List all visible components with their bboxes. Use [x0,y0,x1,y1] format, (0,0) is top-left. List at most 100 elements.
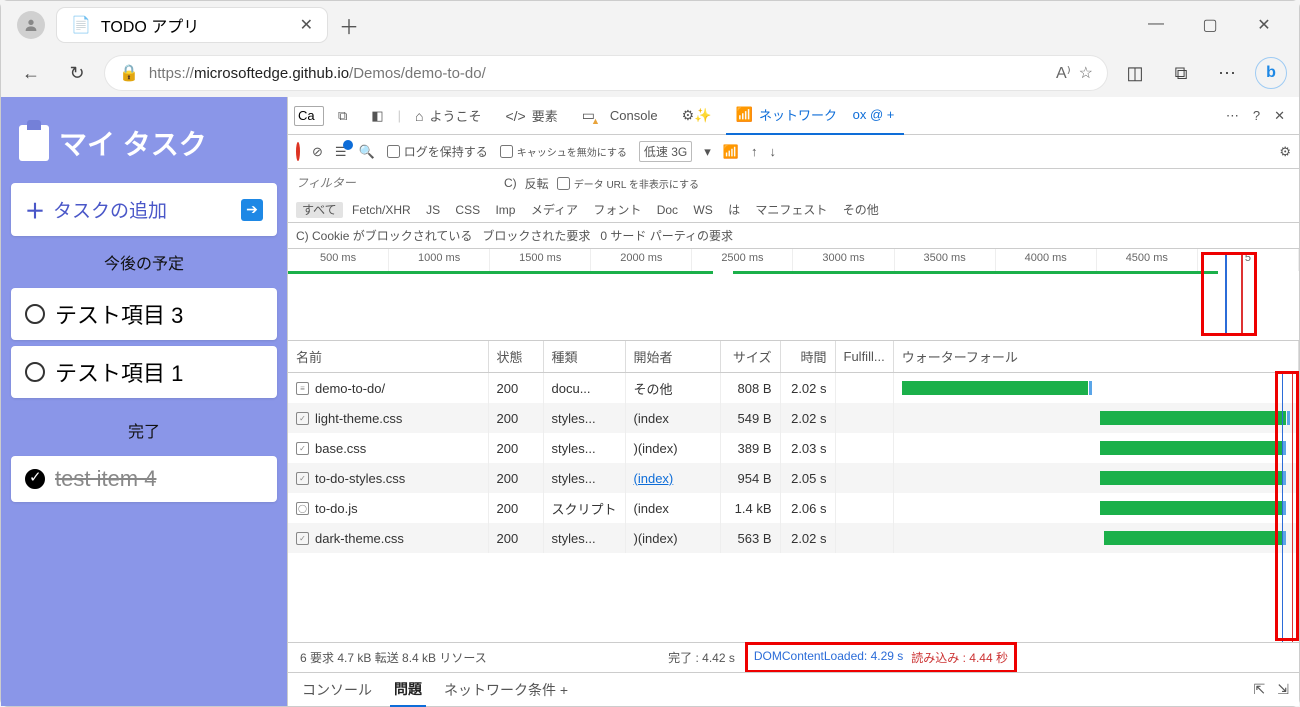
invert-label[interactable]: 反転 [525,175,549,192]
network-timeline[interactable]: 500 ms1000 ms1500 ms2000 ms2500 ms3000 m… [288,249,1299,341]
drawer-netcond-tab[interactable]: ネットワーク条件 + [440,674,572,706]
drawer-console-tab[interactable]: コンソール [298,674,376,706]
col-initiator[interactable]: 開始者 [625,341,720,373]
split-screen-icon[interactable]: ◫ [1117,55,1153,91]
request-initiator[interactable]: (index) [625,463,720,493]
task-item[interactable]: テスト項目 1 [11,346,277,398]
task-item[interactable]: test item 4 [11,456,277,502]
network-filters: C) 反転 データ URL を非表示にする すべて Fetch/XHR JS C… [288,169,1299,223]
request-initiator[interactable]: その他 [625,373,720,404]
request-size: 389 B [720,433,780,463]
address-bar[interactable]: 🔒 https://microsoftedge.github.io/Demos/… [105,56,1107,90]
code-icon: </> [505,108,525,124]
filter-toggle-icon[interactable]: ☰ [335,144,347,160]
bing-button[interactable]: b [1255,57,1287,89]
preserve-log-checkbox[interactable]: ログを保持する [387,143,488,160]
upload-har-icon[interactable]: ↑ [751,144,758,159]
task-item[interactable]: テスト項目 3 [11,288,277,340]
request-size: 808 B [720,373,780,404]
tab-performance-icon[interactable]: ⚙✨ [672,97,722,135]
add-task-input[interactable]: ＋ タスクの追加 ➔ [11,183,277,236]
filter-type-pill[interactable]: メディア [525,202,584,218]
drawer-expand-icon[interactable]: ⇱ [1254,681,1266,698]
tab-network[interactable]: 📶ネットワーク ox @ + [726,97,905,135]
throttle-dropdown-icon[interactable]: ▾ [704,144,711,160]
filter-type-pill[interactable]: マニフェスト [749,202,833,218]
favorite-icon[interactable]: ☆ [1079,63,1093,83]
col-waterfall[interactable]: ウォーターフォール [893,341,1298,373]
request-initiator[interactable]: (index [625,493,720,523]
request-initiator[interactable]: (index [625,403,720,433]
wifi-icon: 📶 [736,106,753,123]
submit-task-button[interactable]: ➔ [241,199,263,221]
refresh-button[interactable]: ↻ [59,55,95,91]
add-task-label: タスクの追加 [53,196,167,223]
request-initiator[interactable]: )(index) [625,523,720,553]
tab-console[interactable]: ▭▲Console [572,97,668,135]
blocked-requests-filter[interactable]: ブロックされた要求 [482,227,590,244]
col-name[interactable]: 名前 [288,341,488,373]
device-toggle-icon[interactable]: ⧉ [328,97,357,135]
selector-input[interactable] [294,106,324,126]
close-devtools-icon[interactable]: ✕ [1274,108,1285,124]
clear-button[interactable]: ⊘ [312,144,323,160]
tab-elements[interactable]: </>要素 [495,97,567,135]
plus-icon: ＋ [25,195,45,224]
filter-type-pill[interactable]: JS [420,202,446,218]
profile-avatar[interactable] [17,11,45,39]
record-button[interactable] [296,144,300,159]
browser-tab[interactable]: 📄 TODO アプリ ✕ [57,8,327,42]
maximize-button[interactable]: ▢ [1195,15,1225,35]
task-checkbox[interactable] [25,469,45,489]
download-har-icon[interactable]: ↓ [769,144,776,159]
filter-type-pill[interactable]: Imp [489,202,521,218]
new-tab-button[interactable]: ＋ [339,11,359,40]
filter-type-pill[interactable]: フォント [587,202,647,218]
wifi-throttle-icon[interactable]: 📶 [723,144,739,160]
blocked-cookies-filter[interactable]: Cookie がブロックされている [312,229,472,243]
more-tabs-icon[interactable]: ⋯ [1226,108,1239,124]
col-fulfill[interactable]: Fulfill... [835,341,893,373]
more-icon[interactable]: ⋯ [1209,55,1245,91]
filter-type-pill[interactable]: は [722,202,746,218]
back-button[interactable]: ← [13,55,49,91]
col-status[interactable]: 状態 [488,341,543,373]
tab-close-icon[interactable]: ✕ [300,15,313,35]
col-time[interactable]: 時間 [780,341,835,373]
help-icon[interactable]: ? [1253,108,1260,124]
network-settings-icon[interactable]: ⚙ [1279,144,1291,160]
dock-icon[interactable]: ◧ [361,97,393,135]
minimize-button[interactable]: ― [1141,15,1171,35]
request-name: light-theme.css [315,411,402,426]
hide-data-urls-checkbox[interactable]: データ URL を非表示にする [557,176,699,191]
request-status: 200 [488,403,543,433]
filter-type-pill[interactable]: すべて [296,202,343,218]
drawer-dock-icon[interactable]: ⇲ [1277,681,1289,698]
filter-type-pill[interactable]: その他 [837,202,885,218]
collections-icon[interactable]: ⧉ [1163,55,1199,91]
close-window-button[interactable]: ✕ [1249,15,1279,35]
disable-cache-checkbox[interactable]: キャッシュを無効にする [500,144,627,159]
clipboard-icon [19,125,49,161]
network-filters-row2: C) Cookie がブロックされている ブロックされた要求 0 サード パーテ… [288,223,1299,249]
filter-type-pill[interactable]: WS [687,202,718,218]
filter-type-pill[interactable]: CSS [449,202,486,218]
todo-app: マイ タスク ＋ タスクの追加 ➔ 今後の予定 テスト項目 3テスト項目 1 完… [1,97,287,706]
third-party-filter[interactable]: サード パーティの要求 [610,229,733,243]
network-table[interactable]: 名前 状態 種類 開始者 サイズ 時間 Fulfill... ウォーターフォール… [288,341,1299,642]
tab-welcome[interactable]: ⌂ようこそ [405,97,491,135]
request-name: base.css [315,441,366,456]
task-checkbox[interactable] [25,362,45,382]
filter-type-pill[interactable]: Fetch/XHR [346,202,417,218]
request-initiator[interactable]: )(index) [625,433,720,463]
task-checkbox[interactable] [25,304,45,324]
throttle-select[interactable]: 低速 3G [639,141,692,162]
filter-type-pill[interactable]: Doc [651,202,684,218]
read-aloud-icon[interactable]: A⁾ [1056,63,1071,83]
tab-favicon: 📄 [71,15,91,35]
search-icon[interactable]: 🔍 [359,144,375,160]
col-type[interactable]: 種類 [543,341,625,373]
col-size[interactable]: サイズ [720,341,780,373]
drawer-issues-tab[interactable]: 問題 [390,673,426,707]
filter-input[interactable] [296,173,496,193]
